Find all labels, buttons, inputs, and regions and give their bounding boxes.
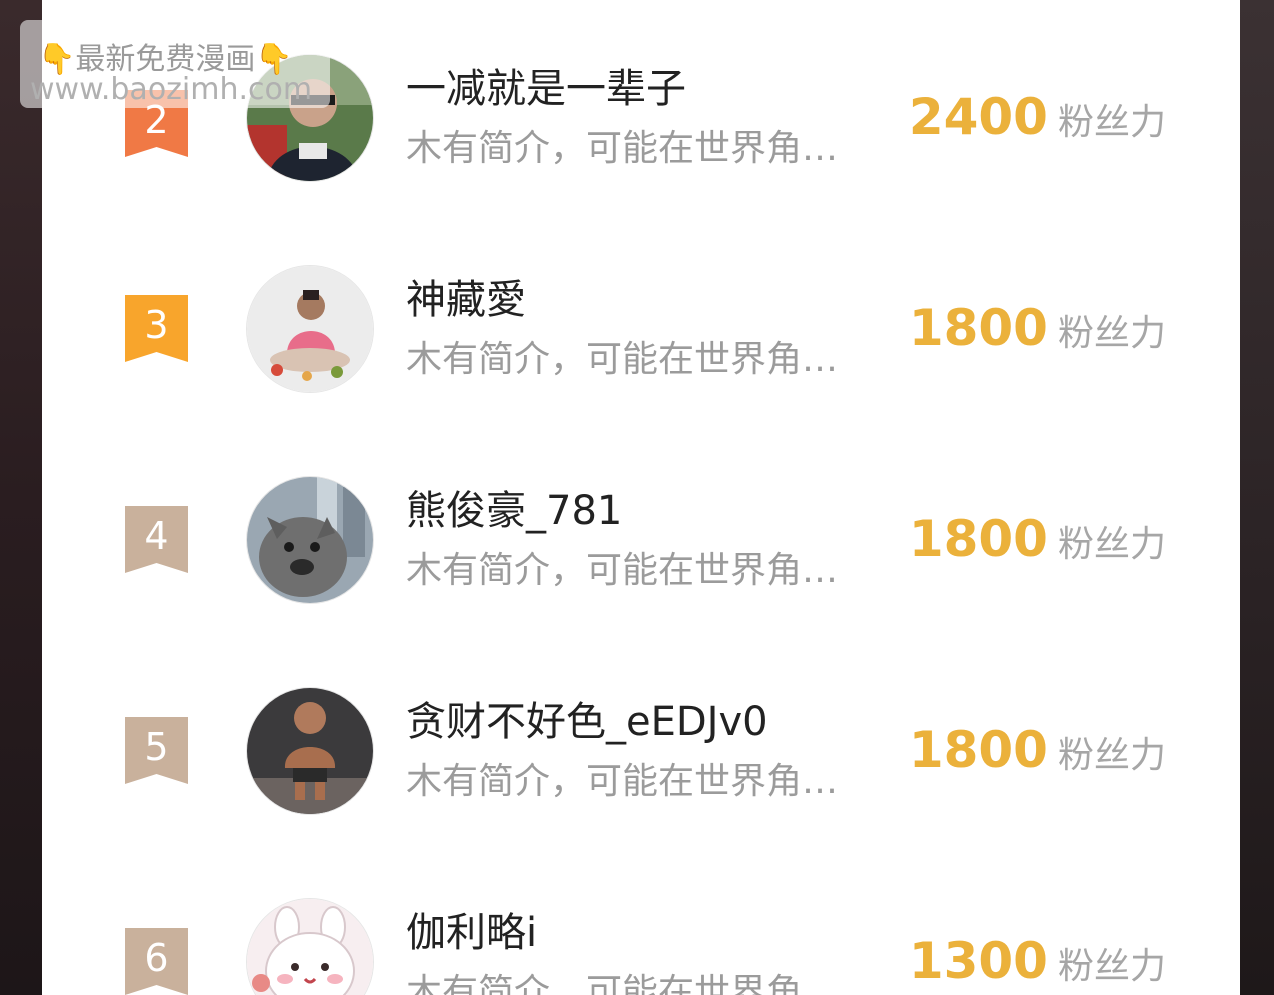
score-unit: 粉丝力 bbox=[1057, 102, 1166, 143]
score-unit: 粉丝力 bbox=[1057, 524, 1166, 565]
background-right bbox=[1240, 0, 1274, 995]
score-unit: 粉丝力 bbox=[1057, 313, 1166, 354]
fan-power-score: 1300 粉丝力 bbox=[909, 931, 1166, 995]
user-avatar[interactable] bbox=[246, 898, 374, 995]
ranking-row[interactable]: 6 伽利略i 木有简介，可能在世界角… 1300 粉丝力 bbox=[42, 781, 1240, 995]
user-name[interactable]: 神藏愛 bbox=[406, 275, 526, 325]
watermark-url: www.baozimh.com bbox=[30, 72, 313, 107]
user-name[interactable]: 一减就是一辈子 bbox=[406, 64, 686, 114]
user-bio: 木有简介，可能在世界角… bbox=[406, 972, 839, 995]
rank-number: 3 bbox=[144, 303, 169, 347]
ranking-row[interactable]: 5 贪财不好色_eEDJv0 木有简介，可能在世界角… 1800 粉丝力 bbox=[42, 570, 1240, 815]
rank-number: 5 bbox=[144, 725, 169, 769]
user-name[interactable]: 贪财不好色_eEDJv0 bbox=[406, 697, 768, 747]
score-value: 1300 bbox=[908, 932, 1048, 990]
rank-ribbon-badge: 6 bbox=[125, 928, 188, 995]
ranking-row[interactable]: 4 熊俊豪_781 木有简介，可能在世界角… 1800 粉丝力 bbox=[42, 359, 1240, 604]
score-value: 1800 bbox=[908, 299, 1048, 357]
score-unit: 粉丝力 bbox=[1057, 735, 1166, 776]
background-left bbox=[0, 0, 42, 995]
user-name[interactable]: 熊俊豪_781 bbox=[406, 486, 622, 536]
score-value: 2400 bbox=[908, 88, 1048, 146]
rank-ribbon-badge: 3 bbox=[125, 295, 188, 362]
score-value: 1800 bbox=[908, 721, 1048, 779]
score-value: 1800 bbox=[908, 510, 1048, 568]
rank-number: 6 bbox=[144, 936, 169, 980]
rank-ribbon-badge: 5 bbox=[125, 717, 188, 784]
rank-ribbon-badge: 4 bbox=[125, 506, 188, 573]
ranking-row[interactable]: 3 神藏愛 木有简介，可能在世界角… 1800 粉丝力 bbox=[42, 148, 1240, 393]
fan-ranking-list: 2 一减就是一辈子 木有简介，可能在世界角… 2400 粉丝力 3 神藏愛 木有… bbox=[42, 0, 1240, 995]
watermark: 👇最新免费漫画👇 www.baozimh.com bbox=[20, 20, 330, 108]
score-unit: 粉丝力 bbox=[1057, 946, 1166, 987]
user-name[interactable]: 伽利略i bbox=[406, 908, 537, 958]
rank-number: 4 bbox=[144, 514, 169, 558]
